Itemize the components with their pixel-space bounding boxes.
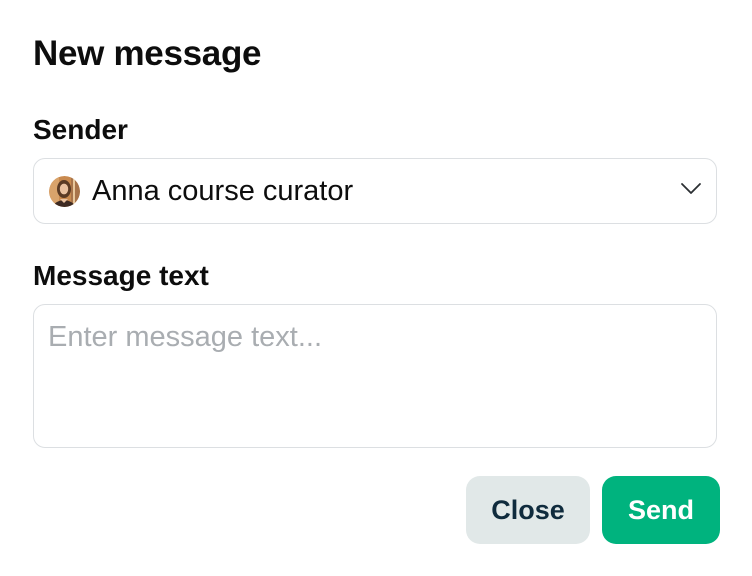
send-button[interactable]: Send — [602, 476, 720, 544]
close-button[interactable]: Close — [466, 476, 590, 544]
message-text-label: Message text — [33, 260, 209, 291]
sender-select[interactable]: Anna course curator — [33, 158, 717, 224]
sender-label: Sender — [33, 114, 128, 145]
new-message-dialog: New message Sender Anna course curator M… — [0, 0, 752, 576]
chevron-down-icon[interactable] — [680, 182, 702, 196]
avatar — [49, 176, 80, 207]
dialog-title: New message — [33, 34, 262, 73]
sender-selected-value: Anna course curator — [92, 175, 354, 207]
user-avatar-photo-icon — [49, 176, 80, 207]
message-text-input[interactable] — [33, 304, 717, 448]
